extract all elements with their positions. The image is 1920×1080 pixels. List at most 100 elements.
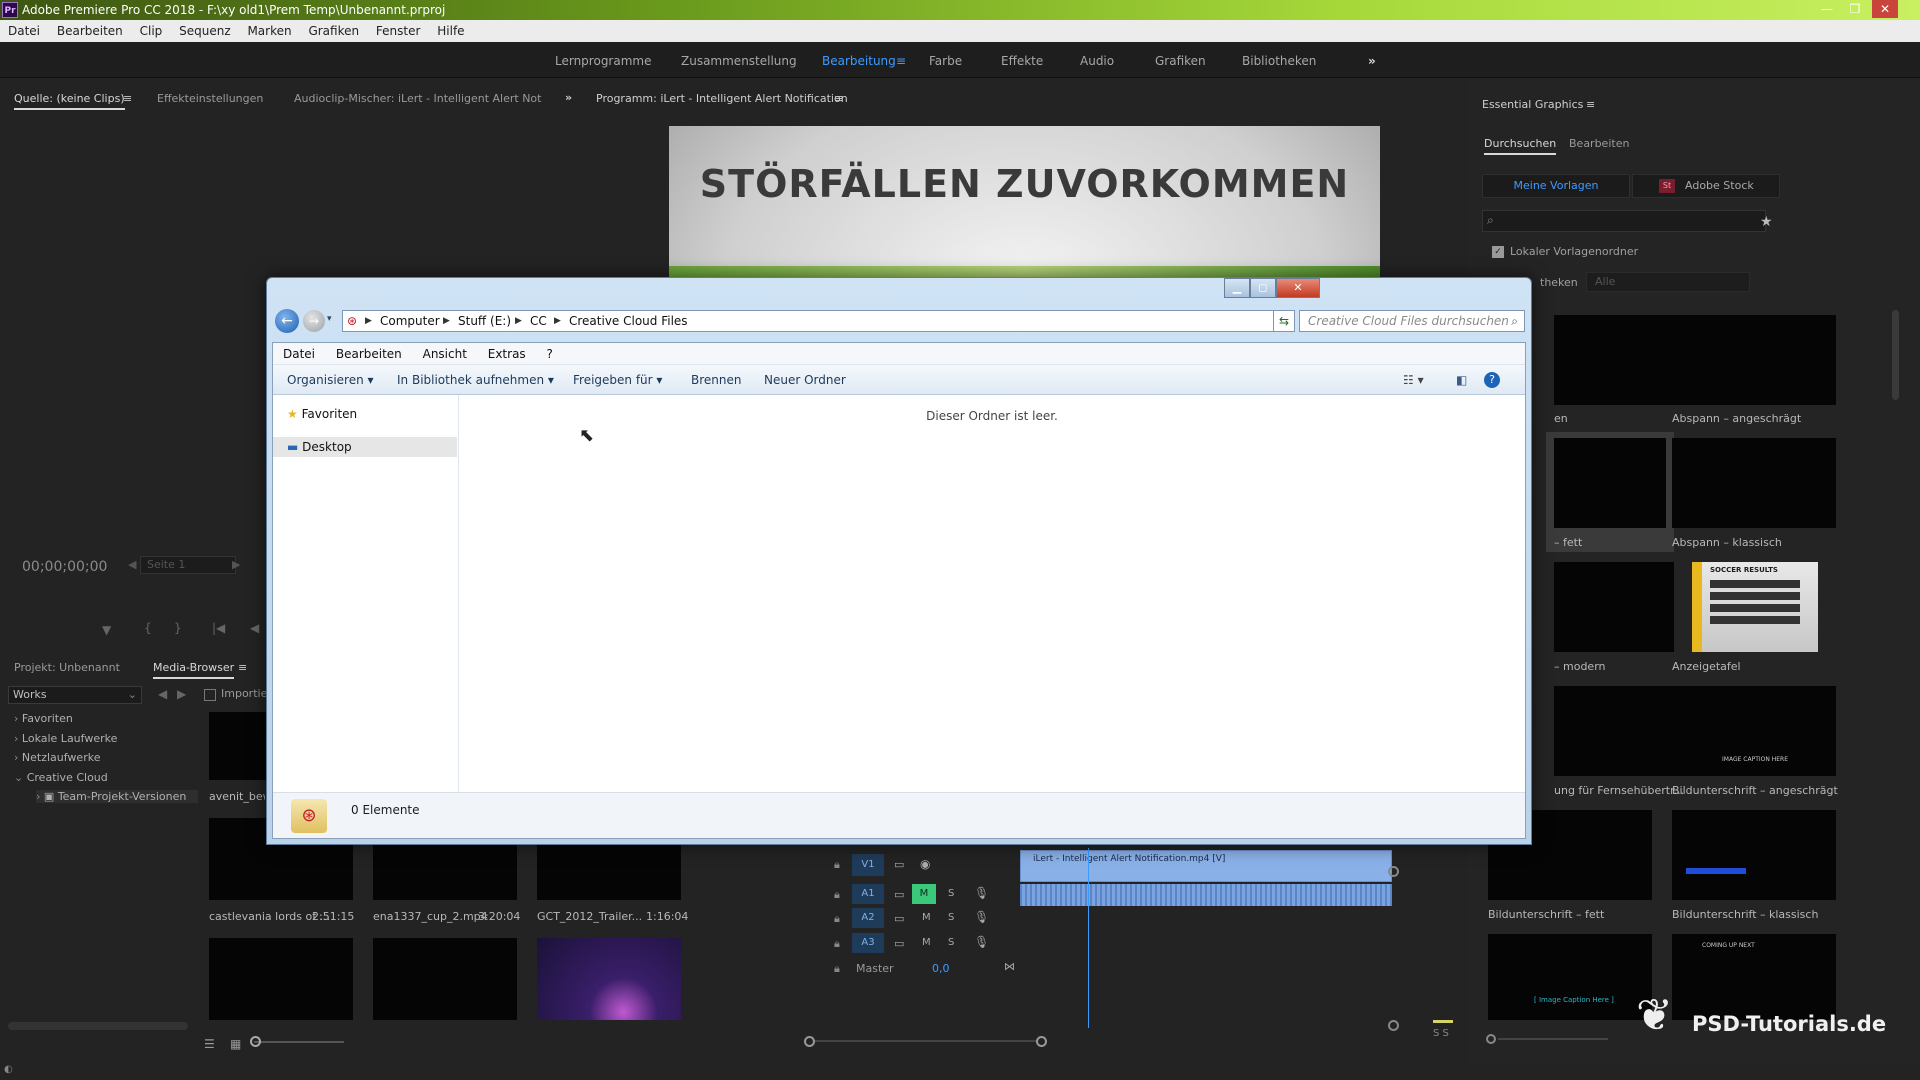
workspace-grafiken[interactable]: Grafiken bbox=[1155, 54, 1206, 68]
tree-team-project-versions[interactable]: › ▣ Team-Projekt-Versionen bbox=[36, 790, 198, 803]
lock-icon[interactable]: 🔒︎ bbox=[834, 962, 840, 976]
program-title[interactable]: Programm: iLert - Intelligent Alert Noti… bbox=[596, 92, 848, 105]
workspace-effekte[interactable]: Effekte bbox=[1001, 54, 1043, 68]
microphone-icon[interactable]: 🎙︎ bbox=[974, 910, 989, 924]
explorer-menu-extras[interactable]: Extras bbox=[488, 347, 526, 361]
template-search-input[interactable]: ⌕ bbox=[1482, 210, 1766, 232]
my-templates-button[interactable]: Meine Vorlagen bbox=[1482, 174, 1630, 198]
include-in-library-button[interactable]: In Bibliothek aufnehmen ▾ bbox=[397, 365, 554, 395]
menu-sequenz[interactable]: Sequenz bbox=[179, 24, 231, 38]
templates-scrollbar[interactable] bbox=[1892, 310, 1899, 400]
mute-button-a3[interactable]: M bbox=[922, 937, 931, 948]
preview-pane-icon[interactable]: ◧ bbox=[1456, 365, 1467, 395]
icon-view-icon[interactable]: ▦ bbox=[230, 1037, 241, 1051]
master-expand-icon[interactable]: ⋈ bbox=[1004, 960, 1015, 973]
sync-lock-icon[interactable]: ▭ bbox=[894, 912, 904, 925]
marker-icon[interactable]: ▼ bbox=[102, 623, 111, 637]
tree-network-drives[interactable]: › Netzlaufwerke bbox=[14, 751, 100, 764]
nav-favorites[interactable]: ★ Favoriten bbox=[287, 407, 357, 421]
menu-fenster[interactable]: Fenster bbox=[376, 24, 421, 38]
tree-favorites[interactable]: › Favoriten bbox=[14, 712, 73, 725]
tab-effect-controls[interactable]: Effekteinstellungen bbox=[157, 92, 263, 105]
source-menu-icon[interactable]: ≡ bbox=[123, 92, 132, 105]
list-view-icon[interactable]: ☰ bbox=[204, 1037, 215, 1051]
program-menu-icon[interactable]: ≡ bbox=[834, 92, 843, 105]
timeline-zoom-handle[interactable] bbox=[804, 1036, 815, 1047]
explorer-maximize-button[interactable]: ◻ bbox=[1250, 278, 1276, 298]
template-thumbnail[interactable] bbox=[1554, 562, 1674, 652]
page-select[interactable]: Seite 1 bbox=[140, 556, 236, 574]
address-bar[interactable]: ⊛ ▶ Computer ▶ Stuff (E:) ▶ CC ▶ Creativ… bbox=[342, 310, 1292, 332]
vertical-zoom-handle[interactable] bbox=[1388, 866, 1399, 877]
audio-clip[interactable] bbox=[1020, 884, 1392, 906]
breadcrumb-computer[interactable]: Computer bbox=[380, 311, 440, 331]
solo-button-a3[interactable]: S bbox=[948, 937, 954, 948]
clip-thumbnail[interactable] bbox=[537, 938, 681, 1020]
menu-datei[interactable]: Datei bbox=[8, 24, 40, 38]
lock-icon[interactable]: 🔒︎ bbox=[834, 858, 840, 872]
tab-project[interactable]: Projekt: Unbenannt bbox=[14, 661, 120, 674]
template-thumbnail[interactable]: [ Image Caption Here ] bbox=[1488, 934, 1652, 1020]
go-to-in-icon[interactable]: |◀ bbox=[212, 621, 225, 635]
workspace-more-button[interactable]: » bbox=[1368, 54, 1376, 68]
location-dropdown[interactable]: Works ⌄ bbox=[8, 686, 142, 704]
mark-in-icon[interactable]: { bbox=[144, 621, 152, 635]
explorer-minimize-button[interactable]: ▁ bbox=[1224, 278, 1250, 298]
breadcrumb-chevron-icon[interactable]: ▶ bbox=[515, 311, 522, 331]
tab-audio-clip-mixer[interactable]: Audioclip-Mischer: iLert - Intelligent A… bbox=[294, 92, 542, 105]
breadcrumb-cc[interactable]: CC bbox=[530, 311, 547, 331]
help-icon[interactable]: ? bbox=[1484, 372, 1500, 388]
organize-button[interactable]: Organisieren ▾ bbox=[287, 365, 374, 395]
clip-thumbnail[interactable] bbox=[373, 938, 517, 1020]
lock-icon[interactable]: 🔒︎ bbox=[834, 888, 840, 902]
recent-pages-icon[interactable]: ▾ bbox=[327, 314, 332, 324]
workspace-audio[interactable]: Audio bbox=[1080, 54, 1114, 68]
adobe-stock-button[interactable]: St Adobe Stock bbox=[1632, 174, 1780, 198]
import-checkbox[interactable] bbox=[204, 689, 216, 701]
tree-local-drives[interactable]: › Lokale Laufwerke bbox=[14, 732, 117, 745]
breadcrumb-chevron-icon[interactable]: ▶ bbox=[365, 311, 372, 331]
panel-more-icon[interactable]: » bbox=[565, 91, 572, 104]
close-button[interactable]: ✕ bbox=[1872, 0, 1898, 18]
sync-lock-icon[interactable]: ▭ bbox=[894, 937, 904, 950]
solo-button-a2[interactable]: S bbox=[948, 912, 954, 923]
workspace-farbe[interactable]: Farbe bbox=[929, 54, 962, 68]
explorer-menu-help[interactable]: ? bbox=[547, 347, 553, 361]
workspace-bibliotheken[interactable]: Bibliotheken bbox=[1242, 54, 1316, 68]
template-thumbnail-scoreboard[interactable]: SOCCER RESULTS bbox=[1692, 562, 1818, 652]
favorites-star-icon[interactable]: ★ bbox=[1760, 214, 1773, 230]
template-thumbnail[interactable] bbox=[1554, 686, 1674, 776]
vertical-zoom-handle[interactable] bbox=[1388, 1020, 1399, 1031]
menu-grafiken[interactable]: Grafiken bbox=[308, 24, 359, 38]
explorer-menu-bearbeiten[interactable]: Bearbeiten bbox=[336, 347, 402, 361]
template-thumbnail[interactable]: IMAGE CAPTION HERE bbox=[1672, 686, 1836, 776]
breadcrumb-chevron-icon[interactable]: ▶ bbox=[554, 311, 561, 331]
template-thumbnail[interactable] bbox=[1554, 315, 1674, 405]
breadcrumb-chevron-icon[interactable]: ▶ bbox=[443, 311, 450, 331]
tree-scrollbar[interactable] bbox=[8, 1022, 188, 1030]
libraries-dropdown[interactable]: Alle bbox=[1586, 272, 1750, 292]
media-browser-menu-icon[interactable]: ≡ bbox=[238, 661, 247, 674]
maximize-button[interactable]: ❐ bbox=[1842, 0, 1868, 18]
tree-creative-cloud[interactable]: ⌄ Creative Cloud bbox=[14, 771, 108, 784]
template-thumbnail[interactable] bbox=[1672, 438, 1836, 528]
video-clip[interactable]: iLert - Intelligent Alert Notification.m… bbox=[1020, 850, 1392, 882]
mute-button-a2[interactable]: M bbox=[922, 912, 931, 923]
template-size-slider-handle[interactable] bbox=[1486, 1034, 1496, 1044]
track-target-a2[interactable]: A2 bbox=[852, 908, 884, 928]
thumbnail-size-slider[interactable] bbox=[254, 1041, 344, 1043]
step-back-icon[interactable]: ◀ bbox=[250, 621, 259, 635]
back-button[interactable]: ← bbox=[275, 309, 299, 333]
template-thumbnail[interactable] bbox=[1672, 810, 1836, 900]
clip-thumbnail[interactable] bbox=[209, 712, 267, 780]
explorer-close-button[interactable]: ✕ bbox=[1276, 278, 1320, 298]
forward-arrow-icon[interactable]: ▶ bbox=[177, 687, 186, 701]
tab-media-browser[interactable]: Media-Browser bbox=[153, 661, 235, 679]
workspace-menu-icon[interactable]: ≡ bbox=[896, 54, 906, 68]
menu-bearbeiten[interactable]: Bearbeiten bbox=[57, 24, 123, 38]
tab-edit[interactable]: Bearbeiten bbox=[1569, 137, 1629, 150]
timeline-zoom-handle[interactable] bbox=[1036, 1036, 1047, 1047]
workspace-lernprogramme[interactable]: Lernprogramme bbox=[555, 54, 651, 68]
clip-thumbnail[interactable] bbox=[209, 938, 353, 1020]
workspace-zusammenstellung[interactable]: Zusammenstellung bbox=[681, 54, 797, 68]
